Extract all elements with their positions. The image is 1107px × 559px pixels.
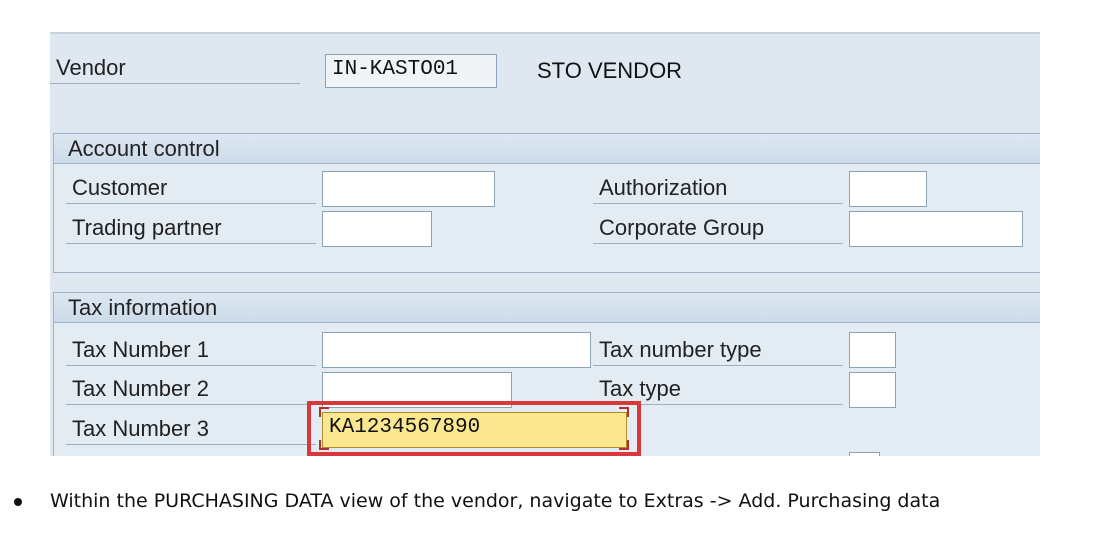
trading-partner-field[interactable]	[322, 211, 432, 247]
authorization-field[interactable]	[849, 171, 927, 207]
corporate-group-label: Corporate Group	[593, 214, 843, 244]
bullet-dot-icon	[14, 497, 22, 506]
partially-visible-field[interactable]	[849, 452, 880, 456]
vendor-label: Vendor	[50, 54, 300, 84]
customer-label: Customer	[66, 174, 316, 204]
focus-corner-bottom-left	[319, 440, 329, 450]
account-control-title: Account control	[54, 134, 1040, 164]
focus-corner-top-left	[319, 407, 329, 417]
highlight-annotation-box	[307, 401, 641, 456]
authorization-label: Authorization	[593, 174, 843, 204]
tax-number-type-field[interactable]	[849, 332, 896, 368]
instruction-text: Within the PURCHASING DATA view of the v…	[50, 490, 941, 512]
tax-number-type-label: Tax number type	[593, 336, 843, 366]
tax-number-1-field[interactable]	[322, 332, 591, 368]
vendor-number-field[interactable]: IN-KASTO01	[325, 54, 497, 88]
account-control-group: Account control Customer Trading partner…	[53, 133, 1040, 273]
focus-corner-top-right	[619, 407, 629, 417]
tax-number-3-label: Tax Number 3	[66, 415, 316, 445]
tax-information-title: Tax information	[54, 293, 1040, 323]
instruction-bullet: Within the PURCHASING DATA view of the v…	[14, 490, 940, 512]
tax-type-field[interactable]	[849, 372, 896, 408]
focus-corner-bottom-right	[619, 440, 629, 450]
corporate-group-field[interactable]	[849, 211, 1023, 247]
customer-field[interactable]	[322, 171, 495, 207]
tax-number-1-label: Tax Number 1	[66, 336, 316, 366]
trading-partner-label: Trading partner	[66, 214, 316, 244]
sap-vendor-screen: Vendor IN-KASTO01 STO VENDOR Account con…	[50, 32, 1040, 456]
tax-number-2-label: Tax Number 2	[66, 375, 316, 405]
vendor-name: STO VENDOR	[537, 58, 683, 83]
